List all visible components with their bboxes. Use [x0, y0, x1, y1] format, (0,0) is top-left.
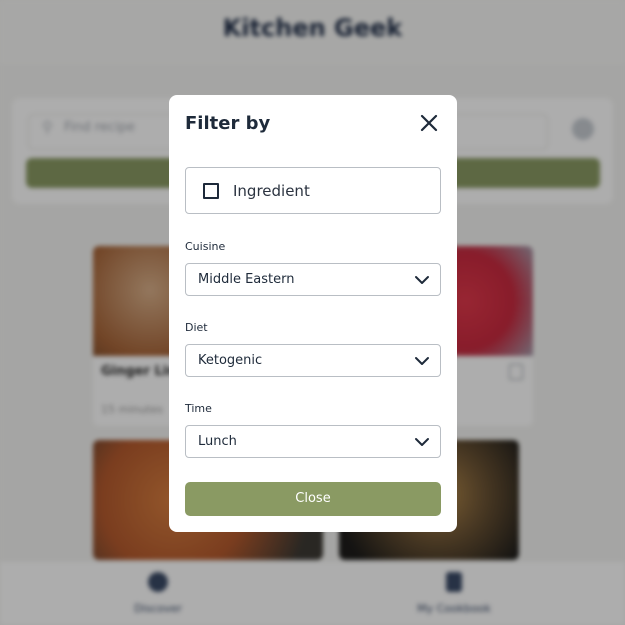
time-label: Time — [185, 402, 212, 415]
cuisine-value: Middle Eastern — [198, 272, 295, 287]
ingredient-checkbox-row[interactable]: Ingredient — [185, 167, 441, 214]
ingredient-label: Ingredient — [233, 182, 310, 200]
diet-label: Diet — [185, 321, 208, 334]
cuisine-label: Cuisine — [185, 240, 226, 253]
diet-select[interactable]: Ketogenic — [185, 344, 441, 377]
filter-dialog: Filter by Ingredient Cuisine Middle East… — [169, 95, 457, 532]
close-icon[interactable] — [417, 111, 441, 135]
ingredient-checkbox[interactable] — [203, 183, 219, 199]
chevron-down-icon — [415, 357, 429, 365]
dialog-title: Filter by — [185, 113, 271, 134]
chevron-down-icon — [415, 438, 429, 446]
chevron-down-icon — [415, 276, 429, 284]
time-value: Lunch — [198, 434, 237, 449]
close-button[interactable]: Close — [185, 482, 441, 516]
cuisine-select[interactable]: Middle Eastern — [185, 263, 441, 296]
diet-value: Ketogenic — [198, 353, 263, 368]
time-select[interactable]: Lunch — [185, 425, 441, 458]
